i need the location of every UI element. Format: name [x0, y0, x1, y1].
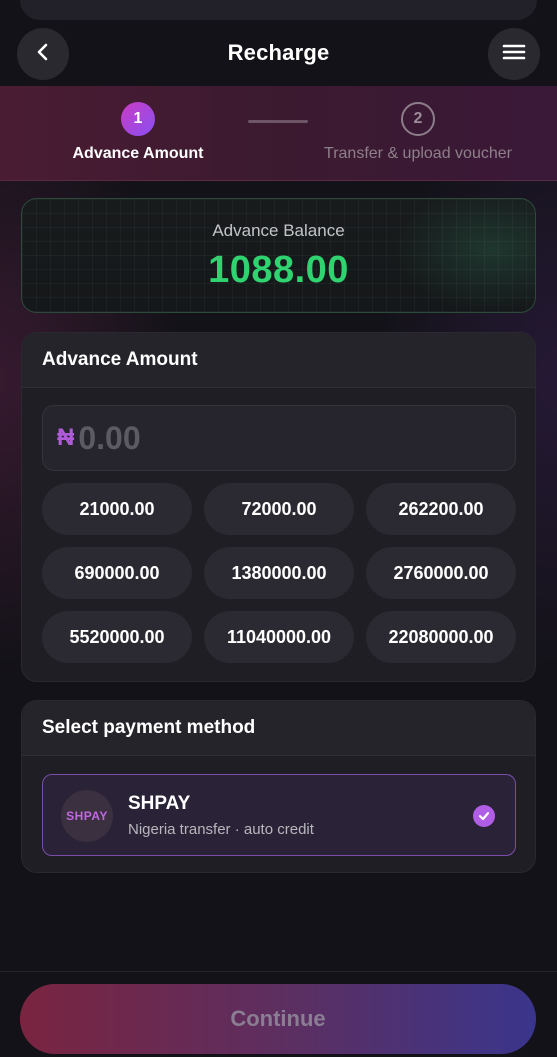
top-bar-remnant [20, 0, 537, 20]
step-transfer-upload: 2 Transfer & upload voucher [308, 102, 528, 163]
preset-amount-button[interactable]: 1380000.00 [204, 547, 354, 599]
preset-amount-button[interactable]: 11040000.00 [204, 611, 354, 663]
shpay-logo: SHPAY [61, 790, 113, 842]
naira-currency-icon: ₦ [57, 424, 75, 451]
continue-button[interactable]: Continue [20, 984, 536, 1054]
check-circle-icon [473, 805, 495, 827]
balance-label: Advance Balance [212, 221, 345, 240]
step-advance-amount: 1 Advance Amount [38, 102, 238, 163]
preset-amount-button[interactable]: 22080000.00 [366, 611, 516, 663]
step-number-badge: 2 [401, 102, 435, 136]
section-title: Advance Amount [22, 333, 535, 388]
section-title: Select payment method [22, 701, 535, 756]
step-label: Advance Amount [72, 145, 204, 162]
payment-option-shpay[interactable]: SHPAY SHPAY Nigeria transfer · auto cred… [42, 774, 516, 856]
chevron-left-icon [33, 42, 53, 67]
payment-method-panel: Select payment method SHPAY SHPAY Nigeri… [21, 700, 536, 873]
menu-button[interactable] [488, 28, 540, 80]
preset-amounts: 21000.00 72000.00 262200.00 690000.00 13… [42, 483, 516, 663]
amount-field[interactable]: ₦ [42, 405, 516, 471]
step-label: Transfer & upload voucher [324, 145, 512, 162]
preset-amount-button[interactable]: 5520000.00 [42, 611, 192, 663]
advance-amount-panel: Advance Amount ₦ 21000.00 72000.00 26220… [21, 332, 536, 682]
stepper: 1 Advance Amount 2 Transfer & upload vou… [0, 86, 557, 181]
page-title: Recharge [227, 40, 330, 65]
balance-value: 1088.00 [208, 249, 349, 291]
balance-card: Advance Balance 1088.00 [21, 198, 536, 313]
preset-amount-button[interactable]: 21000.00 [42, 483, 192, 535]
payment-method-description: Nigeria transfer · auto credit [128, 821, 314, 838]
amount-input[interactable] [78, 419, 459, 457]
header: Recharge [0, 20, 557, 86]
step-number-badge: 1 [121, 102, 155, 136]
preset-amount-button[interactable]: 2760000.00 [366, 547, 516, 599]
back-button[interactable] [17, 28, 69, 80]
hamburger-menu-icon [502, 42, 526, 67]
preset-amount-button[interactable]: 690000.00 [42, 547, 192, 599]
step-connector [248, 120, 308, 123]
footer: Continue [0, 971, 557, 1057]
payment-method-name: SHPAY [128, 793, 191, 814]
preset-amount-button[interactable]: 262200.00 [366, 483, 516, 535]
preset-amount-button[interactable]: 72000.00 [204, 483, 354, 535]
